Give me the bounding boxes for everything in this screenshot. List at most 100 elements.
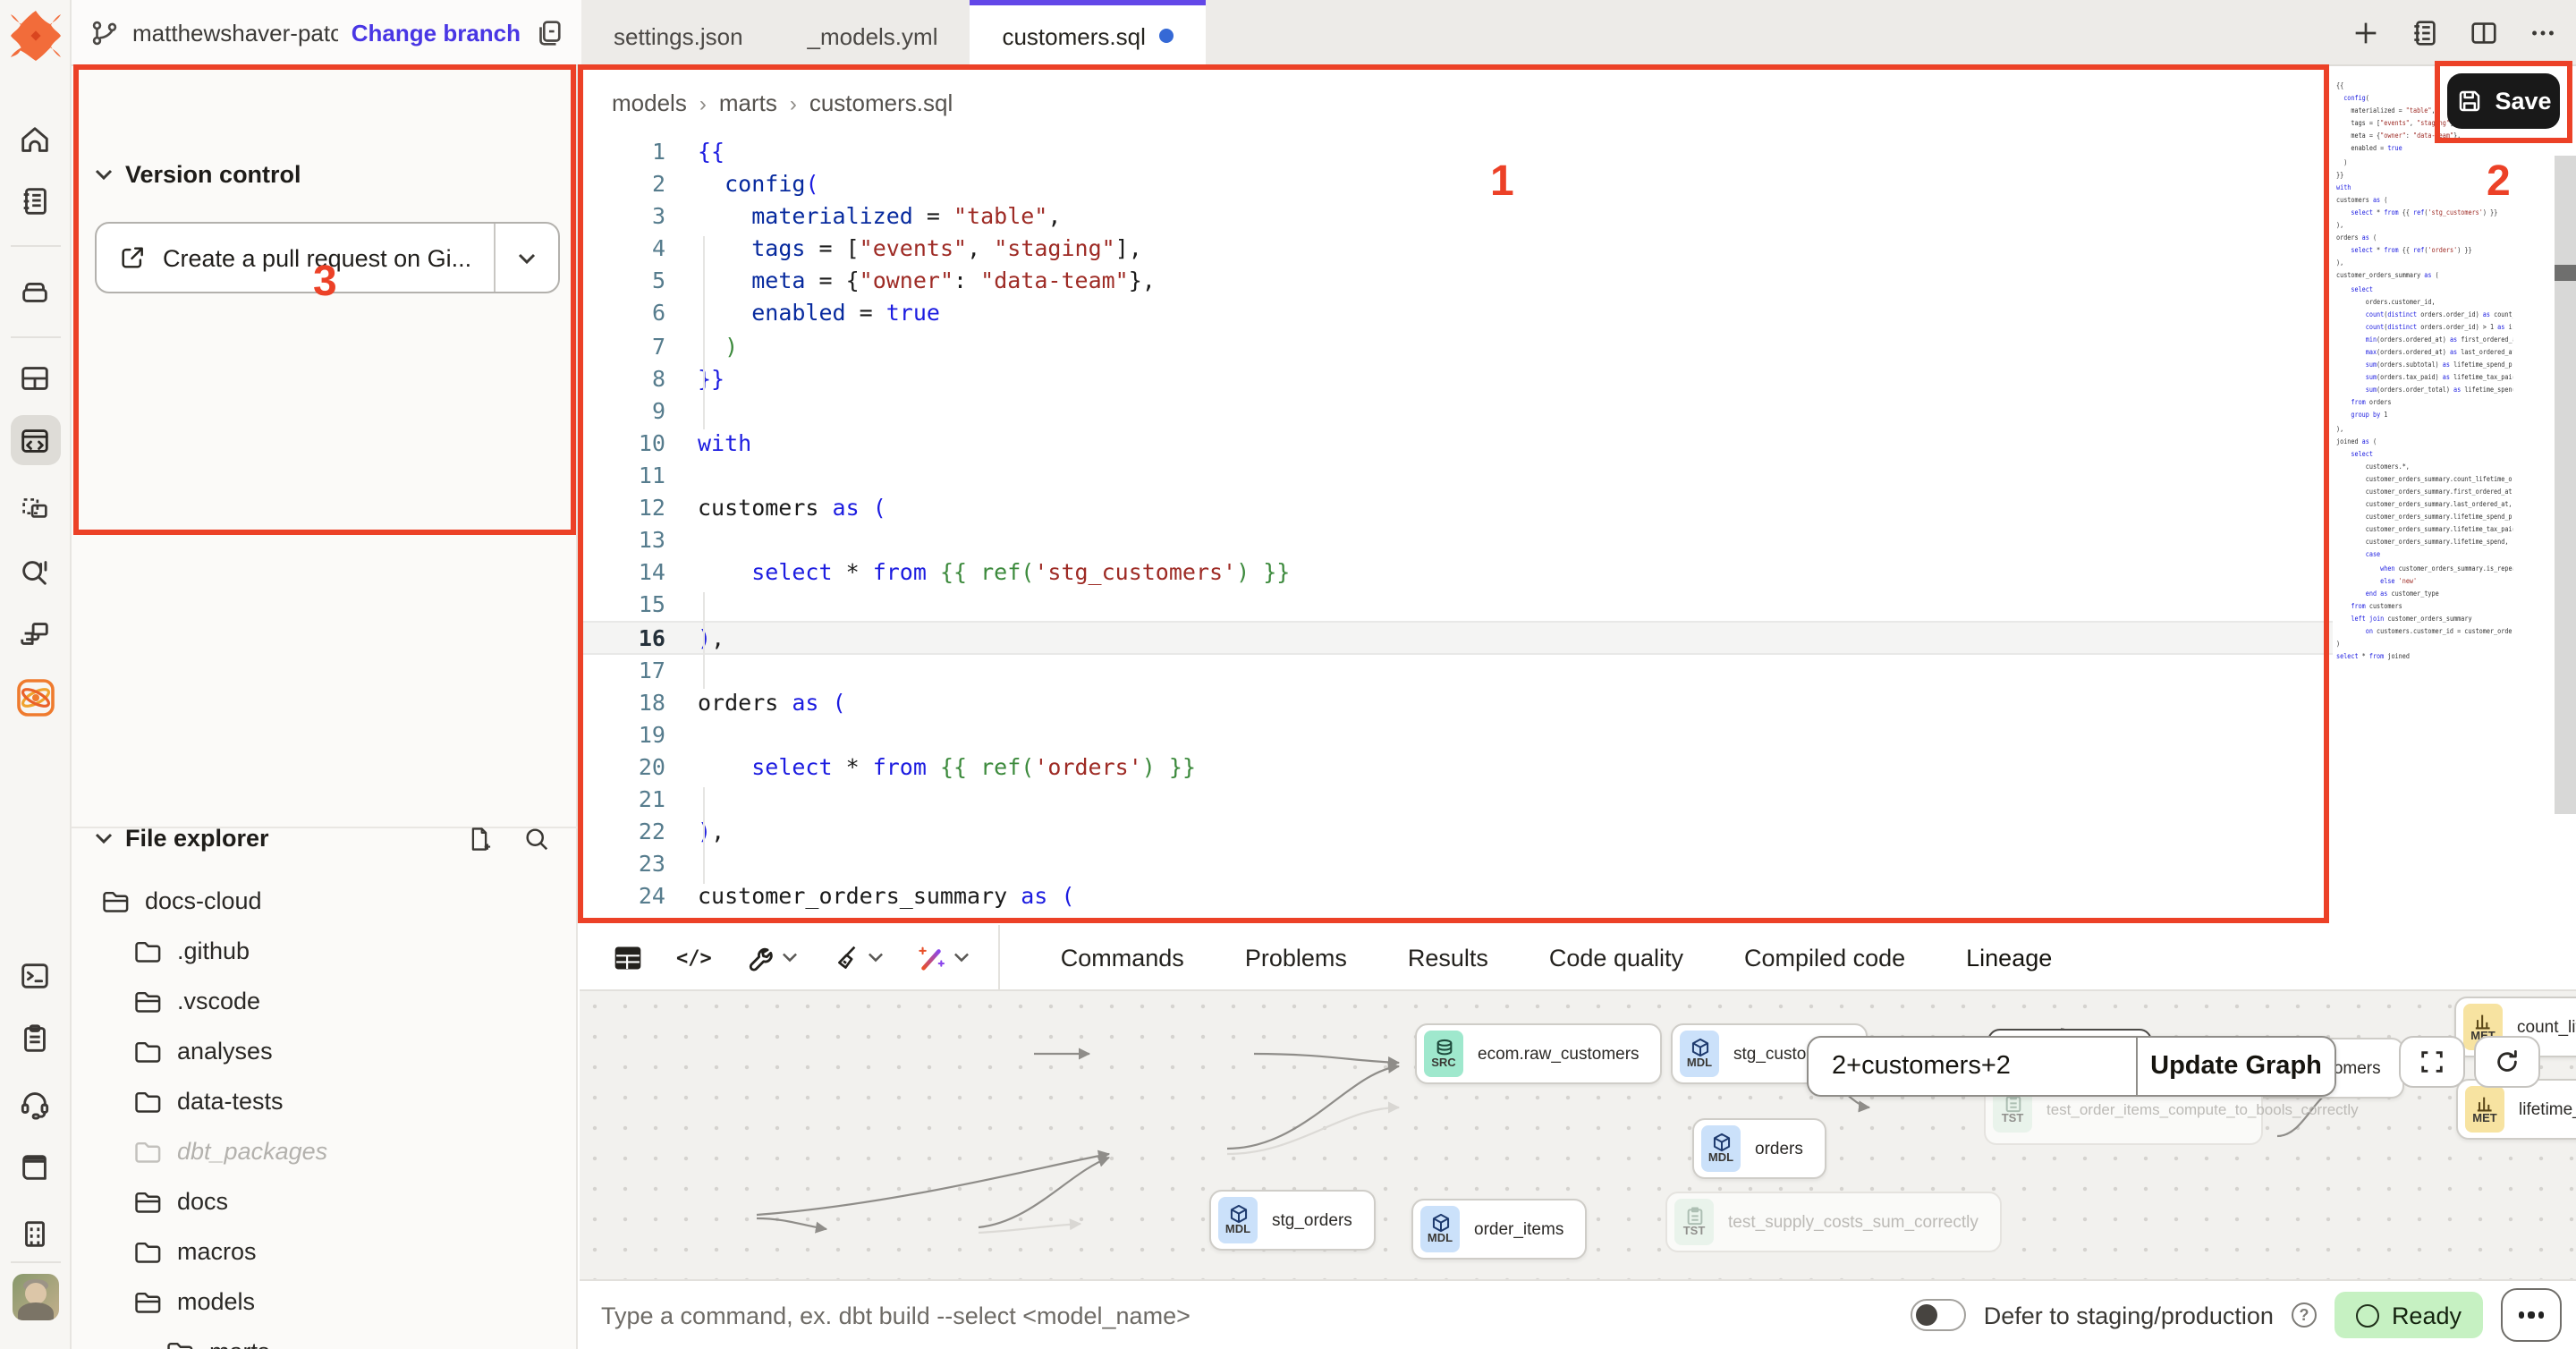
tree-item-dbt_packages[interactable]: dbt_packages [72, 1125, 578, 1175]
tree-item-data-tests[interactable]: data-tests [72, 1075, 578, 1125]
code-line-22[interactable]: 22), [580, 816, 2333, 848]
command-input[interactable]: Type a command, ex. dbt build --select <… [601, 1302, 1191, 1328]
fullscreen-icon[interactable] [2399, 1036, 2465, 1088]
build-icon[interactable] [744, 942, 798, 972]
lineage-node-lifetime_spend[interactable]: METlifetime_spend_pretax [2456, 1079, 2576, 1140]
help-icon[interactable]: ? [2292, 1302, 2317, 1328]
search-icon[interactable] [522, 825, 551, 853]
code-line-9[interactable]: 9 [580, 395, 2333, 428]
tree-item-.github[interactable]: .github [72, 925, 578, 975]
lineage-canvas[interactable]: SRCecom.raw_customersMDLstg_customersMDL… [580, 989, 2576, 1281]
query-insights-icon[interactable] [10, 546, 60, 596]
ellipsis-icon[interactable] [2528, 18, 2558, 48]
code-line-12[interactable]: 12customers as ( [580, 492, 2333, 524]
code-line-23[interactable]: 23 [580, 848, 2333, 880]
ready-status-badge[interactable]: Ready [2334, 1292, 2483, 1338]
code-line-24[interactable]: 24customer_orders_summary as ( [580, 880, 2333, 912]
organization-icon[interactable] [10, 1208, 60, 1258]
dbt-logo[interactable] [7, 7, 64, 64]
code-line-4[interactable]: 4 tags = ["events", "staging"], [580, 233, 2333, 266]
support-headset-icon[interactable] [10, 1077, 60, 1127]
plus-icon[interactable] [2351, 18, 2381, 48]
notebook-icon[interactable] [10, 175, 60, 225]
terminal-icon[interactable] [10, 950, 60, 1000]
bottom-tab-code-quality[interactable]: Code quality [1549, 944, 1683, 971]
code-line-15[interactable]: 15 [580, 590, 2333, 622]
code-line-17[interactable]: 17 [580, 654, 2333, 686]
docs-book-icon[interactable] [10, 1141, 60, 1192]
more-options-button[interactable] [2501, 1288, 2562, 1342]
defer-toggle[interactable] [1911, 1299, 1966, 1331]
drawer-icon[interactable] [10, 265, 60, 315]
code-line-2[interactable]: 2 config( [580, 168, 2333, 200]
code-line-8[interactable]: 8}} [580, 362, 2333, 395]
lineage-node-test_supply[interactable]: TSTtest_supply_costs_sum_correctly [1665, 1192, 2002, 1252]
update-graph-button[interactable]: Update Graph [2138, 1038, 2334, 1095]
bottom-tab-results[interactable]: Results [1408, 944, 1488, 971]
code-editor[interactable]: models›marts›customers.sql 1{{2 config(3… [580, 66, 2576, 925]
code-line-20[interactable]: 20 select * from {{ ref('orders') }} [580, 751, 2333, 784]
code-line-11[interactable]: 11 [580, 460, 2333, 492]
breadcrumb-segment[interactable]: customers.sql [809, 89, 953, 116]
split-view-icon[interactable] [2469, 18, 2499, 48]
tree-item-analyses[interactable]: analyses [72, 1025, 578, 1075]
code-line-18[interactable]: 18orders as ( [580, 686, 2333, 718]
file-explorer-header[interactable]: File explorer [95, 825, 269, 852]
code-line-3[interactable]: 3 materialized = "table", [580, 200, 2333, 233]
format-icon[interactable] [830, 942, 884, 972]
scrollbar-thumb[interactable] [2555, 265, 2576, 281]
integrations-icon[interactable] [10, 608, 60, 658]
bottom-tab-commands[interactable]: Commands [1061, 944, 1184, 971]
code-line-10[interactable]: 10with [580, 428, 2333, 460]
tree-item-models[interactable]: models [72, 1276, 578, 1326]
bottom-tab-problems[interactable]: Problems [1245, 944, 1347, 971]
code-line-16[interactable]: 16), [580, 622, 2333, 654]
journal-icon[interactable] [2410, 18, 2440, 48]
code-line-6[interactable]: 6 enabled = true [580, 298, 2333, 330]
results-table-icon[interactable] [612, 942, 644, 972]
new-file-icon[interactable] [465, 825, 494, 853]
user-avatar[interactable] [13, 1274, 59, 1320]
code-line-5[interactable]: 5 meta = {"owner": "data-team"}, [580, 266, 2333, 298]
create-pr-button[interactable]: Create a pull request on Gi... [95, 222, 560, 293]
canvas-icon[interactable] [10, 481, 60, 531]
clipboard-icon[interactable] [10, 1013, 60, 1063]
lineage-node-orders[interactable]: MDLorders [1692, 1118, 1826, 1179]
code-area[interactable]: 1{{2 config(3 materialized = "table",4 t… [580, 136, 2333, 913]
tree-item-docs-cloud[interactable]: docs-cloud [72, 875, 578, 925]
tab-settings.json[interactable]: settings.json [581, 0, 775, 66]
copy-icon[interactable] [533, 17, 564, 47]
code-line-7[interactable]: 7 ) [580, 330, 2333, 362]
tree-item-.vscode[interactable]: .vscode [72, 975, 578, 1025]
lineage-selector-input[interactable]: 2+customers+2 [1809, 1038, 2138, 1095]
code-line-1[interactable]: 1{{ [580, 136, 2333, 168]
dashboards-icon[interactable] [10, 352, 60, 403]
code-editor-icon[interactable] [10, 415, 60, 465]
home-icon[interactable] [10, 115, 60, 165]
breadcrumb-segment[interactable]: marts [719, 89, 777, 116]
code-line-19[interactable]: 19 [580, 718, 2333, 751]
breadcrumb-segment[interactable]: models [612, 89, 687, 116]
semantic-layer-icon[interactable] [10, 673, 60, 723]
code-line-14[interactable]: 14 select * from {{ ref('stg_customers')… [580, 556, 2333, 589]
change-branch-link[interactable]: Change branch [352, 19, 521, 46]
tree-item-macros[interactable]: macros [72, 1226, 578, 1276]
lineage-node-order_items[interactable]: MDLorder_items [1411, 1199, 1587, 1260]
lineage-node-stg_orders[interactable]: MDLstg_orders [1209, 1190, 1376, 1251]
tree-item-marts[interactable]: marts [72, 1326, 578, 1349]
tab-_models.yml[interactable]: _models.yml [775, 0, 970, 66]
ai-fix-icon[interactable] [916, 942, 970, 972]
pr-dropdown-caret[interactable] [494, 224, 558, 292]
code-line-21[interactable]: 21 [580, 784, 2333, 816]
version-control-header[interactable]: Version control [95, 161, 301, 188]
bottom-tab-compiled-code[interactable]: Compiled code [1744, 944, 1905, 971]
refresh-icon[interactable] [2474, 1036, 2540, 1088]
branch-name[interactable]: matthewshaver-patc [132, 19, 339, 46]
minimap[interactable]: {{ config( materialized = "table", tags … [2336, 79, 2512, 884]
tab-customers.sql[interactable]: customers.sql [970, 0, 1206, 66]
code-line-13[interactable]: 13 [580, 524, 2333, 556]
bottom-tab-lineage[interactable]: Lineage [1966, 944, 2052, 971]
scrollbar[interactable] [2555, 156, 2576, 814]
code-icon[interactable]: </> [676, 946, 712, 969]
tree-item-docs[interactable]: docs [72, 1175, 578, 1226]
